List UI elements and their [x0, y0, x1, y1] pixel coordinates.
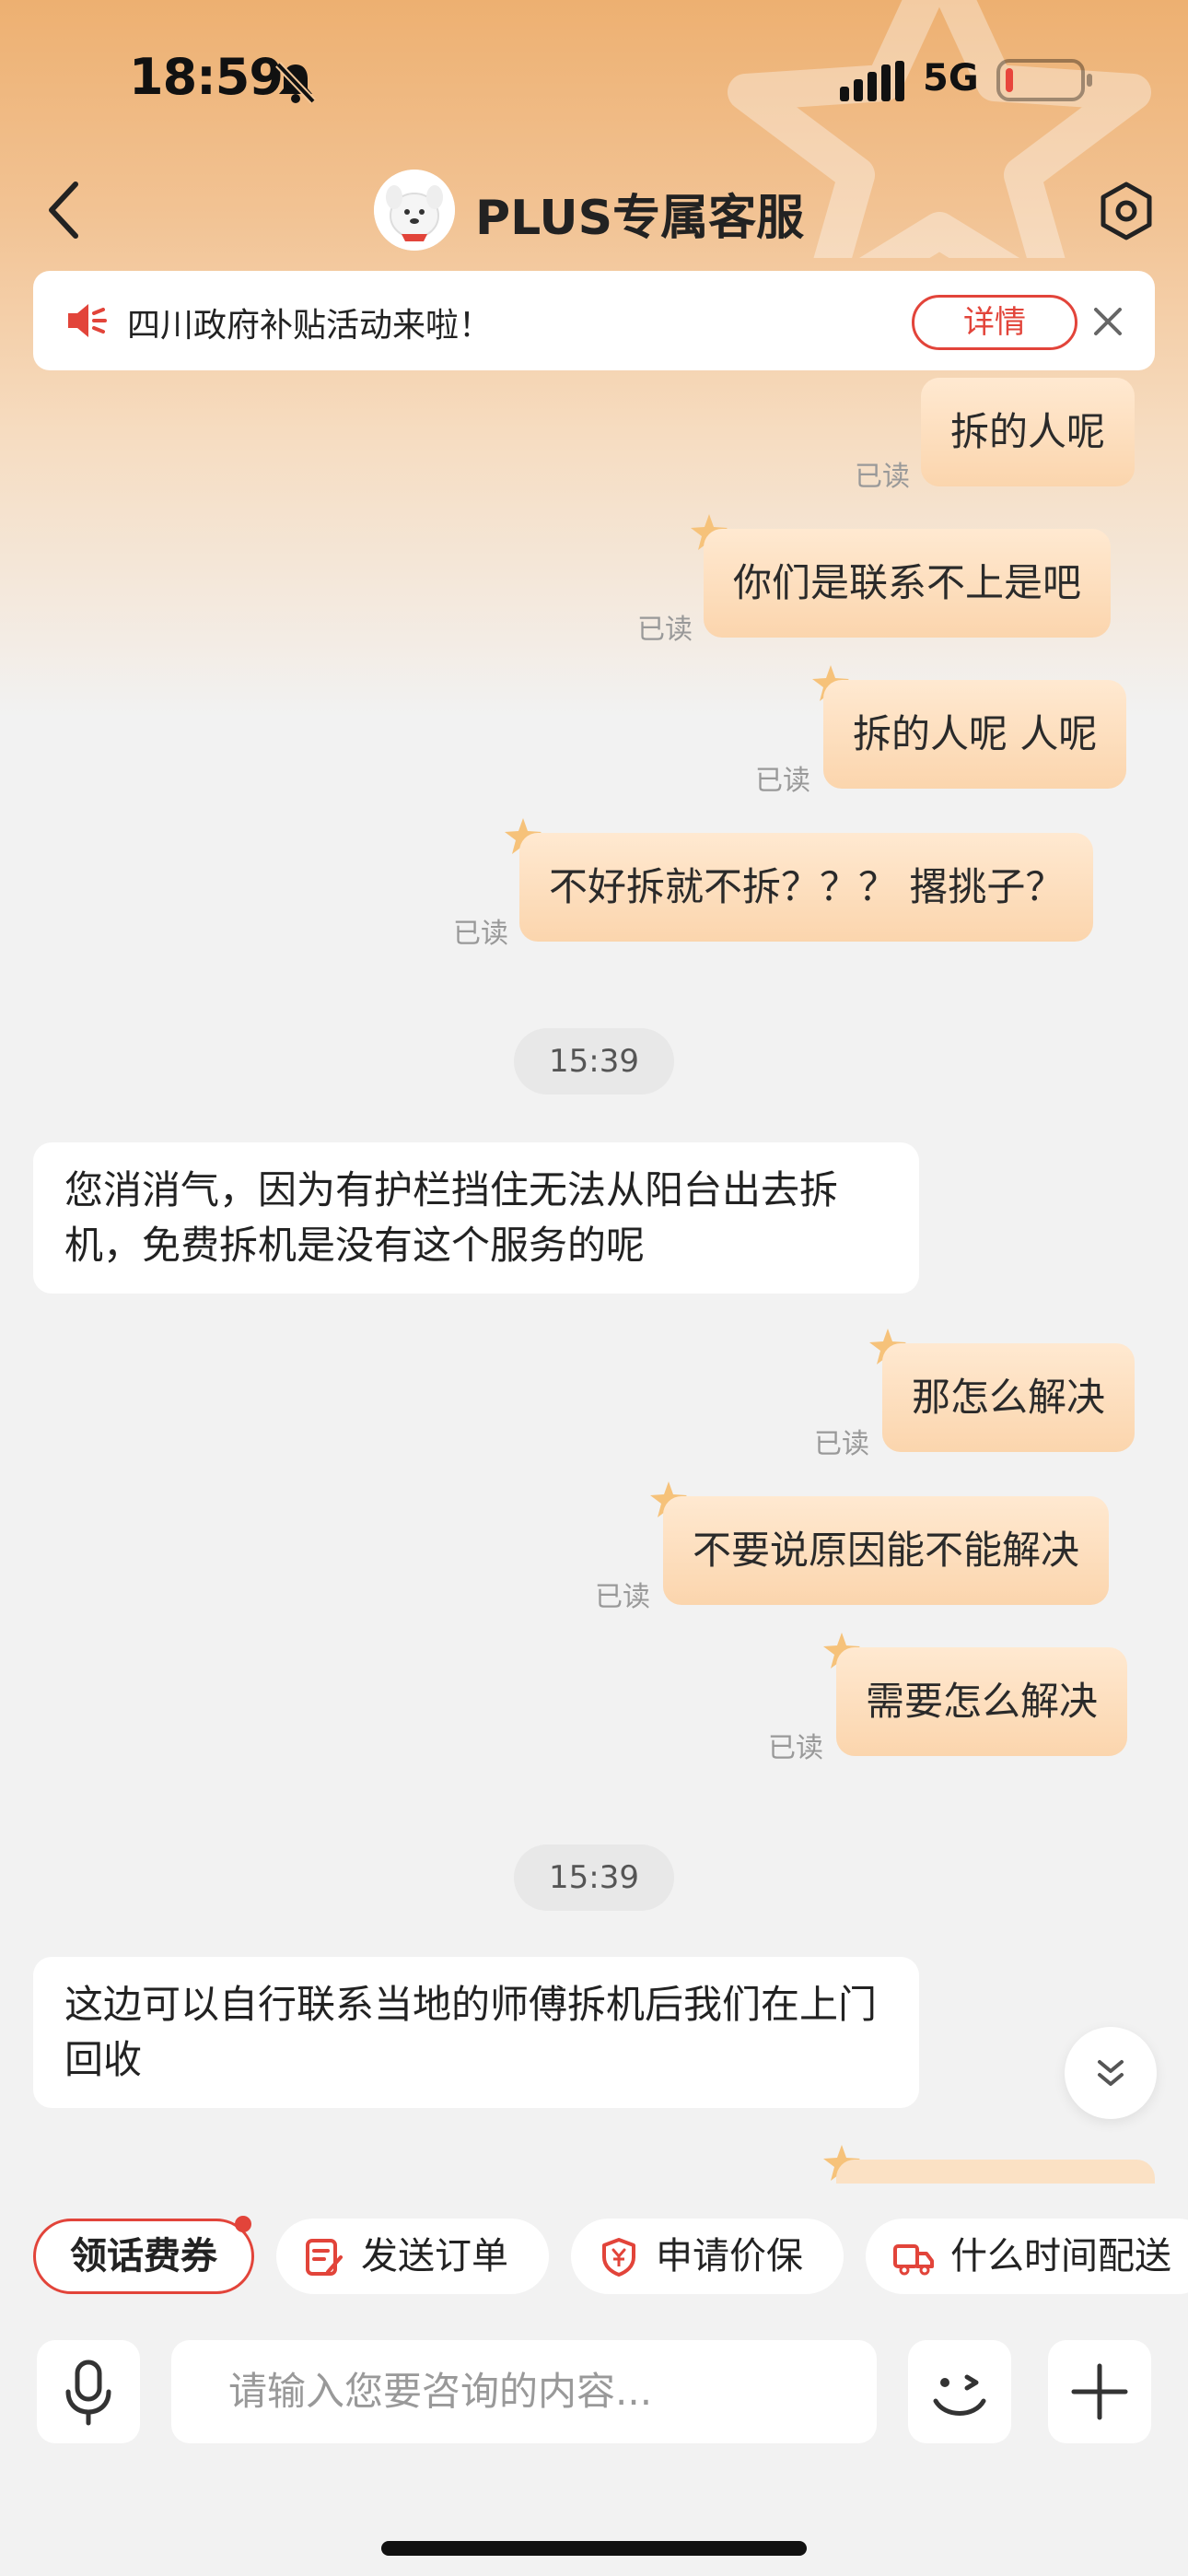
message-bubble-out[interactable]: 不要说原因能不能解决 — [663, 1496, 1110, 1605]
quick-action-delivery-time[interactable]: 什么时间配送 — [866, 2219, 1188, 2294]
notice-detail-button[interactable]: 详情 — [912, 295, 1077, 350]
microphone-icon — [65, 2359, 111, 2426]
read-receipt: 已读 — [595, 1581, 650, 1613]
chip-label: 领话费券 — [70, 2235, 217, 2277]
message-bubble-in[interactable]: 这边可以自行联系当地的师傅拆机后我们在上门回收 — [33, 1957, 919, 2108]
quick-action-price-protection[interactable]: 申请价保 — [571, 2219, 844, 2294]
battery-icon — [996, 59, 1092, 101]
message-bubble-in[interactable]: 您消消气，因为有护栏挡住无法从阳台出去拆机，免费拆机是没有这个服务的呢 — [33, 1142, 919, 1294]
notification-dot — [235, 2216, 251, 2232]
read-receipt: 已读 — [755, 765, 810, 797]
message-bubble-out[interactable]: 拆的人呢 人呢 — [823, 680, 1127, 789]
chip-label: 什么时间配送 — [950, 2235, 1171, 2277]
message-bubble-out[interactable]: 你们是联系不上是吧 — [704, 529, 1112, 638]
message-bubble-out[interactable]: 不好拆就不拆？？？ 撂挑子？ — [519, 833, 1094, 942]
shield-yen-icon — [602, 2238, 635, 2277]
promo-notice[interactable]: 四川政府补贴活动来啦！ 详情 — [33, 271, 1155, 370]
agent-avatar — [374, 170, 455, 251]
battery-level — [1006, 68, 1013, 92]
message-bubble-out[interactable]: 拆的人呢 — [921, 378, 1136, 486]
network-type: 5G — [923, 57, 979, 100]
wink-emoji-icon — [933, 2374, 986, 2416]
message-bubble-out[interactable]: 那怎么解决 — [882, 1343, 1136, 1452]
close-icon[interactable] — [1085, 299, 1131, 345]
back-arrow-icon[interactable] — [37, 175, 92, 245]
quick-action-coupon[interactable]: 领话费券 — [33, 2216, 254, 2294]
read-receipt: 已读 — [453, 918, 508, 950]
timestamp: 15:39 — [514, 1844, 674, 1911]
page-title: PLUS专属客服 — [475, 191, 805, 246]
plus-icon — [1071, 2363, 1128, 2420]
status-bar: 18:59 5G — [0, 0, 1188, 157]
more-button[interactable] — [1048, 2340, 1151, 2443]
message-input[interactable]: 请输入您要咨询的内容... — [171, 2340, 877, 2443]
read-receipt: 已读 — [814, 1428, 869, 1460]
chip-label: 发送订单 — [361, 2235, 508, 2277]
signal-icon — [840, 61, 904, 101]
bell-muted-icon — [275, 62, 316, 104]
timestamp: 15:39 — [514, 1028, 674, 1095]
emoji-button[interactable] — [908, 2340, 1011, 2443]
read-receipt: 已读 — [637, 614, 693, 646]
double-chevron-down-icon — [1098, 2060, 1124, 2086]
quick-action-send-order[interactable]: 发送订单 — [276, 2219, 549, 2294]
quick-actions-bar: 领话费券 发送订单 申请价保 什么时间配送 — [0, 2184, 1188, 2340]
voice-input-button[interactable] — [37, 2340, 140, 2443]
order-icon — [306, 2239, 343, 2276]
notice-text: 四川政府补贴活动来啦！ — [127, 307, 493, 345]
home-indicator — [381, 2541, 807, 2556]
speaker-icon — [68, 304, 107, 337]
chip-label: 申请价保 — [656, 2235, 803, 2277]
read-receipt: 已读 — [768, 1732, 823, 1764]
scroll-to-bottom-button[interactable] — [1065, 2027, 1157, 2119]
message-bubble-out[interactable]: 需要怎么解决 — [836, 1647, 1128, 1756]
settings-icon[interactable] — [1096, 181, 1157, 241]
truck-icon — [893, 2244, 934, 2276]
read-receipt: 已读 — [855, 461, 910, 493]
status-time: 18:59 — [129, 48, 284, 106]
